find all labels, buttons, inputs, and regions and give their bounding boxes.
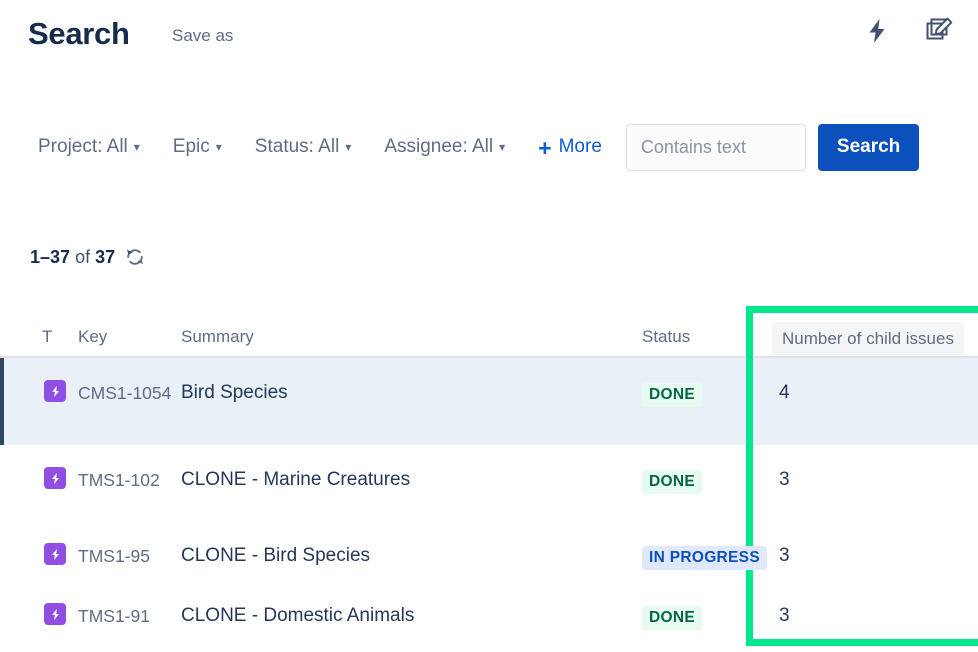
epic-icon	[44, 380, 66, 402]
issue-summary[interactable]: CLONE - Marine Creatures	[181, 469, 410, 491]
more-filters-button[interactable]: + More	[538, 136, 602, 158]
filter-status-label: Status: All	[255, 136, 340, 158]
filter-project-label: Project: All	[38, 136, 128, 158]
more-filters-label: More	[559, 136, 602, 158]
issue-summary[interactable]: CLONE - Domestic Animals	[181, 605, 414, 627]
column-header-key[interactable]: Key	[78, 322, 107, 352]
table-row[interactable]: CMS1-1054 Bird Species DONE 4	[0, 358, 978, 445]
results-of-word: of	[75, 247, 90, 267]
epic-icon	[44, 467, 66, 489]
results-summary: 1–37 of 37	[30, 246, 146, 268]
child-issue-count: 4	[779, 382, 790, 404]
table-header-row: T Key Summary Status Number of child iss…	[0, 322, 978, 358]
child-issue-count: 3	[779, 469, 790, 491]
lightning-icon[interactable]	[860, 14, 894, 48]
chevron-down-icon: ▾	[216, 140, 222, 154]
child-issue-count: 3	[779, 605, 790, 627]
refresh-icon[interactable]	[124, 246, 146, 268]
status-badge-label: IN PROGRESS	[642, 546, 767, 570]
status-badge: DONE	[642, 606, 702, 630]
column-header-status[interactable]: Status	[642, 322, 690, 352]
chevron-down-icon: ▾	[134, 140, 140, 154]
status-badge-label: DONE	[642, 383, 702, 407]
filter-status[interactable]: Status: All ▾	[255, 136, 352, 158]
status-badge: DONE	[642, 383, 702, 407]
table-row[interactable]: TMS1-102 CLONE - Marine Creatures DONE 3	[0, 445, 978, 529]
column-header-type[interactable]: T	[42, 322, 52, 352]
results-range: 1–37	[30, 247, 70, 267]
column-header-summary[interactable]: Summary	[181, 322, 254, 352]
filter-bar: Project: All ▾ Epic ▾ Status: All ▾ Assi…	[0, 122, 978, 172]
issue-key-link[interactable]: TMS1-102	[78, 470, 160, 491]
issue-key-link[interactable]: TMS1-95	[78, 546, 150, 567]
header-actions	[860, 14, 956, 48]
child-issue-count: 3	[779, 545, 790, 567]
filter-epic-label: Epic	[173, 136, 210, 158]
search-button[interactable]: Search	[818, 124, 919, 171]
column-header-child-issues[interactable]: Number of child issues	[772, 322, 964, 355]
save-as-link[interactable]: Save as	[172, 24, 233, 48]
status-badge-label: DONE	[642, 606, 702, 630]
chevron-down-icon: ▾	[499, 140, 505, 154]
results-count: 1–37 of 37	[30, 247, 115, 268]
epic-icon	[44, 603, 66, 625]
filter-assignee[interactable]: Assignee: All ▾	[384, 136, 505, 158]
filter-epic[interactable]: Epic ▾	[173, 136, 222, 158]
issue-summary[interactable]: Bird Species	[181, 382, 288, 404]
page-title: Search	[28, 12, 130, 56]
issue-summary[interactable]: CLONE - Bird Species	[181, 545, 370, 567]
status-badge: IN PROGRESS	[642, 546, 767, 570]
search-page: Search Save as Project: All ▾ Ep	[0, 0, 978, 652]
bulk-edit-icon[interactable]	[922, 14, 956, 48]
contains-text-input[interactable]	[626, 124, 806, 171]
issues-table: T Key Summary Status Number of child iss…	[0, 322, 978, 649]
status-badge-label: DONE	[642, 470, 702, 494]
filter-assignee-label: Assignee: All	[384, 136, 493, 158]
page-header: Search Save as	[0, 0, 978, 72]
chevron-down-icon: ▾	[345, 140, 351, 154]
issue-key-link[interactable]: CMS1-1054	[78, 383, 171, 404]
epic-icon	[44, 543, 66, 565]
table-body: CMS1-1054 Bird Species DONE 4	[0, 358, 978, 649]
results-total: 37	[95, 247, 115, 267]
filter-project[interactable]: Project: All ▾	[38, 136, 140, 158]
table-row[interactable]: TMS1-95 CLONE - Bird Species IN PROGRESS…	[0, 529, 978, 589]
issue-key-link[interactable]: TMS1-91	[78, 606, 150, 627]
status-badge: DONE	[642, 470, 702, 494]
table-row[interactable]: TMS1-91 CLONE - Domestic Animals DONE 3	[0, 589, 978, 649]
plus-icon: +	[538, 139, 551, 157]
